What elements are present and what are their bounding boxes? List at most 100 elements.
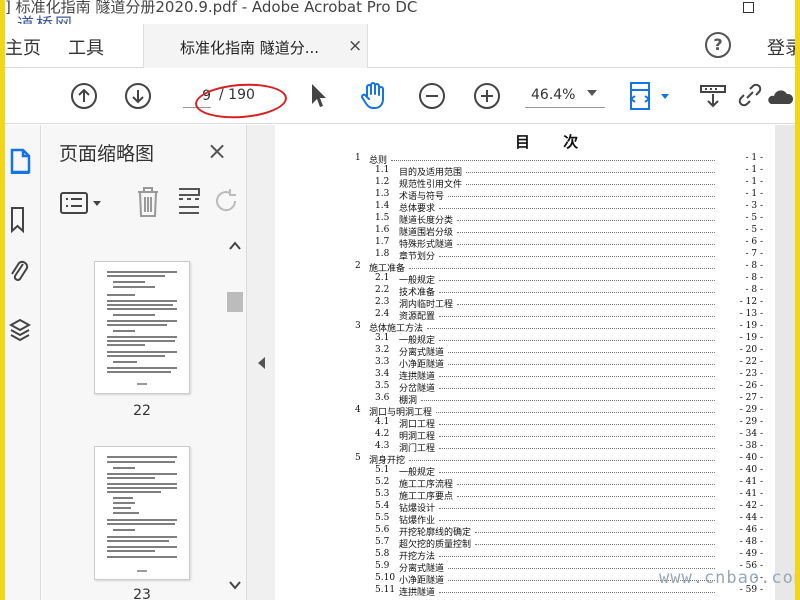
toc-entry-page: - 19 - <box>739 333 763 343</box>
toc-entry[interactable]: 5.8 开挖方法 - 49 - <box>275 549 775 562</box>
share-link-icon[interactable] <box>735 82 795 110</box>
document-view[interactable]: 目 次 1 总则 - 1 -1.1 目的及适用范围 - 1 -1.2 规范性引用文件 - 1… <box>275 125 795 600</box>
zoom-dropdown[interactable]: 46.4% <box>525 84 605 108</box>
next-page-icon[interactable] <box>124 82 152 110</box>
zoom-in-icon[interactable] <box>473 82 501 110</box>
toc-entry[interactable]: 5.2 施工工序流程 - 41 - <box>275 477 775 490</box>
toc-entry[interactable]: 5.3 施工工序要点 - 41 - <box>275 489 775 502</box>
toc-entry[interactable]: 3.4 连拱隧道 - 23 - <box>275 369 775 382</box>
delete-icon[interactable] <box>134 185 162 219</box>
tab-tools[interactable]: 工具 <box>68 34 104 60</box>
acrobat-window: ] 标准化指南 隧道分册2020.9.pdf - Adobe Acrobat P… <box>5 0 795 600</box>
hand-tool-icon[interactable] <box>359 80 389 110</box>
restore-window-icon[interactable] <box>743 2 754 13</box>
toc-leader-dots <box>439 292 715 293</box>
toc-entry-number: 4.1 <box>375 417 390 427</box>
help-icon[interactable]: ? <box>705 32 731 58</box>
toc-entry[interactable]: 5.1 一般规定 - 40 - <box>275 465 775 478</box>
toc-entry-number: 5.2 <box>375 477 390 487</box>
insert-page-icon[interactable] <box>175 185 203 219</box>
toc-entry-page: - 41 - <box>739 489 763 499</box>
zoom-out-icon[interactable] <box>418 82 446 110</box>
chevron-down-icon <box>587 90 597 96</box>
fit-page-icon[interactable] <box>627 80 677 112</box>
toc-leader-dots <box>439 592 715 593</box>
toc-entry-page: - 12 - <box>739 297 763 307</box>
toc-entry[interactable]: 2.2 技术准备 - 8 - <box>275 285 775 298</box>
scroll-mode-icon[interactable] <box>699 82 727 110</box>
toc-leader-dots <box>439 388 715 389</box>
scrollbar-thumb[interactable] <box>227 292 243 312</box>
toc-leader-dots <box>448 352 715 353</box>
toc-entry[interactable]: 1.7 特殊形式隧道 - 6 - <box>275 237 775 250</box>
toc-entry-page: - 27 - <box>739 393 763 403</box>
toc-entry[interactable]: 1.6 隧道围岩分级 - 5 - <box>275 225 775 238</box>
scroll-down-icon[interactable] <box>229 580 241 590</box>
scroll-up-icon[interactable] <box>229 241 241 251</box>
toc-entry-number: 5.10 <box>375 573 396 583</box>
layers-icon[interactable] <box>9 317 31 345</box>
toc-entry-page: - 49 - <box>739 549 763 559</box>
toc-entry[interactable]: 4.1 洞口工程 - 29 - <box>275 417 775 430</box>
attachment-icon[interactable] <box>9 258 31 288</box>
tab-document[interactable]: 标准化指南 隧道分... × <box>143 24 368 68</box>
toc-entry[interactable]: 3.1 一般规定 - 19 - <box>275 333 775 346</box>
toc-entry-number: 3.2 <box>375 345 390 355</box>
toc-entry-number: 3 <box>355 321 361 331</box>
toc-entry[interactable]: 1.5 隧道长度分类 - 5 - <box>275 213 775 226</box>
toc-entry[interactable]: 1.2 规范性引用文件 - 1 - <box>275 177 775 190</box>
rotate-icon[interactable] <box>214 187 238 217</box>
toc-entry[interactable]: 2.3 洞内临时工程 - 12 - <box>275 297 775 310</box>
toc-entry-number: 1.2 <box>375 177 390 187</box>
toc-leader-dots <box>457 232 715 233</box>
thumbnail-scrollbar[interactable] <box>225 235 245 600</box>
bookmark-icon[interactable] <box>9 205 29 235</box>
toc-entry[interactable]: 5.6 开挖轮廓线的确定 - 46 - <box>275 525 775 538</box>
document-tab-label: 标准化指南 隧道分... <box>180 39 320 57</box>
toc-entry[interactable]: 3 总体施工方法 - 19 - <box>275 321 775 334</box>
panel-title: 页面缩略图 <box>59 143 155 165</box>
previous-page-icon[interactable] <box>70 82 98 110</box>
close-tab-icon[interactable]: × <box>348 36 362 56</box>
signin-link[interactable]: 登录 <box>767 34 795 60</box>
toc-entry-number: 1 <box>355 153 361 163</box>
select-cursor-icon[interactable] <box>308 82 328 110</box>
navigation-rail <box>5 125 41 600</box>
toc-entry[interactable]: 1.3 术语与符号 - 1 - <box>275 189 775 202</box>
tab-home[interactable]: 主页 <box>5 34 41 60</box>
toc-entry-title: 连拱隧道 <box>399 588 436 598</box>
toc-entry[interactable]: 4.3 洞门工程 - 38 - <box>275 441 775 454</box>
page-thumbnail[interactable] <box>94 261 190 394</box>
toc-entry[interactable]: 3.2 分离式隧道 - 20 - <box>275 345 775 358</box>
toc-entry[interactable]: 4.2 明洞工程 - 34 - <box>275 429 775 442</box>
thumbnail-page-number: 23 <box>133 587 151 600</box>
toc-entry[interactable]: 3.3 小净距隧道 - 22 - <box>275 357 775 370</box>
toc-entry[interactable]: 5.5 钻爆作业 - 44 - <box>275 513 775 526</box>
toc-entry[interactable]: 5.7 超欠挖的质量控制 - 48 - <box>275 537 775 550</box>
toc-entry[interactable]: 2.1 一般规定 - 8 - <box>275 273 775 286</box>
panel-collapse-handle[interactable] <box>247 125 275 600</box>
toc-entry[interactable]: 5.4 钻爆设计 - 42 - <box>275 501 775 514</box>
toc-entry-page: - 1 - <box>745 177 763 187</box>
toc-entry-page: - 5 - <box>745 213 763 223</box>
toc-entry[interactable]: 1.4 总体要求 - 3 - <box>275 201 775 214</box>
toc-entry[interactable]: 2 施工准备 - 8 - <box>275 261 775 274</box>
toc-entry[interactable]: 1.1 目的及适用范围 - 1 - <box>275 165 775 178</box>
toc-entry-page: - 29 - <box>739 417 763 427</box>
toc-entry[interactable]: 4 洞口与明洞工程 - 29 - <box>275 405 775 418</box>
toc-entry[interactable]: 5 洞身开挖 - 40 - <box>275 453 775 466</box>
toc-heading: 目 次 <box>515 133 593 151</box>
options-menu-icon[interactable] <box>59 189 105 217</box>
toc-entry[interactable]: 1 总则 - 1 - <box>275 153 775 166</box>
page-thumbnail[interactable] <box>94 446 190 580</box>
page-thumbnails-icon[interactable] <box>9 147 33 175</box>
toc-entry-number: 2.1 <box>375 273 390 283</box>
toc-entry-page: - 1 - <box>745 165 763 175</box>
toc-leader-dots <box>439 508 715 509</box>
close-panel-icon[interactable]: × <box>207 137 227 165</box>
toc-entry[interactable]: 3.6 棚洞 - 27 - <box>275 393 775 406</box>
toc-entry-page: - 8 - <box>745 285 763 295</box>
toc-entry[interactable]: 3.5 分岔隧道 - 26 - <box>275 381 775 394</box>
toc-entry[interactable]: 2.4 资源配置 - 13 - <box>275 309 775 322</box>
toc-entry[interactable]: 1.8 章节划分 - 7 - <box>275 249 775 262</box>
